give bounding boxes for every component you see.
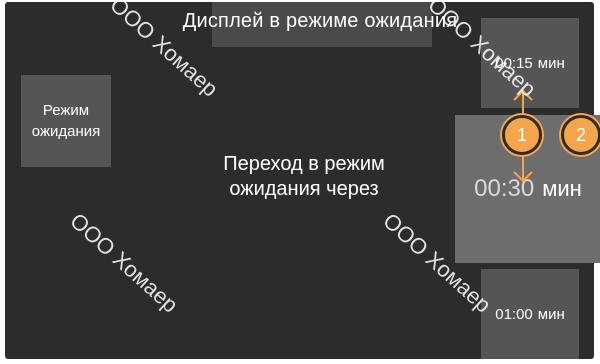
transition-label-line1: Переход в режим <box>223 153 385 175</box>
standby-mode-label-line2: ожидания <box>31 123 101 140</box>
marker-1-badge: 1 <box>502 115 542 155</box>
timeout-option-60[interactable]: 01:00 мин <box>481 269 579 359</box>
timeout-value: 01:00 <box>495 305 533 323</box>
timeout-unit: мин <box>542 176 582 201</box>
transition-label: Переход в режим ожидания через <box>201 152 407 202</box>
timeout-unit: мин <box>537 305 565 323</box>
transition-label-line2: ожидания через <box>229 178 379 200</box>
standby-mode-label-line1: Режим <box>42 102 90 119</box>
timeout-unit: мин <box>537 54 565 72</box>
standby-mode-button[interactable]: Режим ожидания <box>21 75 111 167</box>
marker-2-badge: 2 <box>561 115 600 155</box>
screenshot: Дисплей в режиме ожидания Режим ожидания… <box>0 0 600 364</box>
